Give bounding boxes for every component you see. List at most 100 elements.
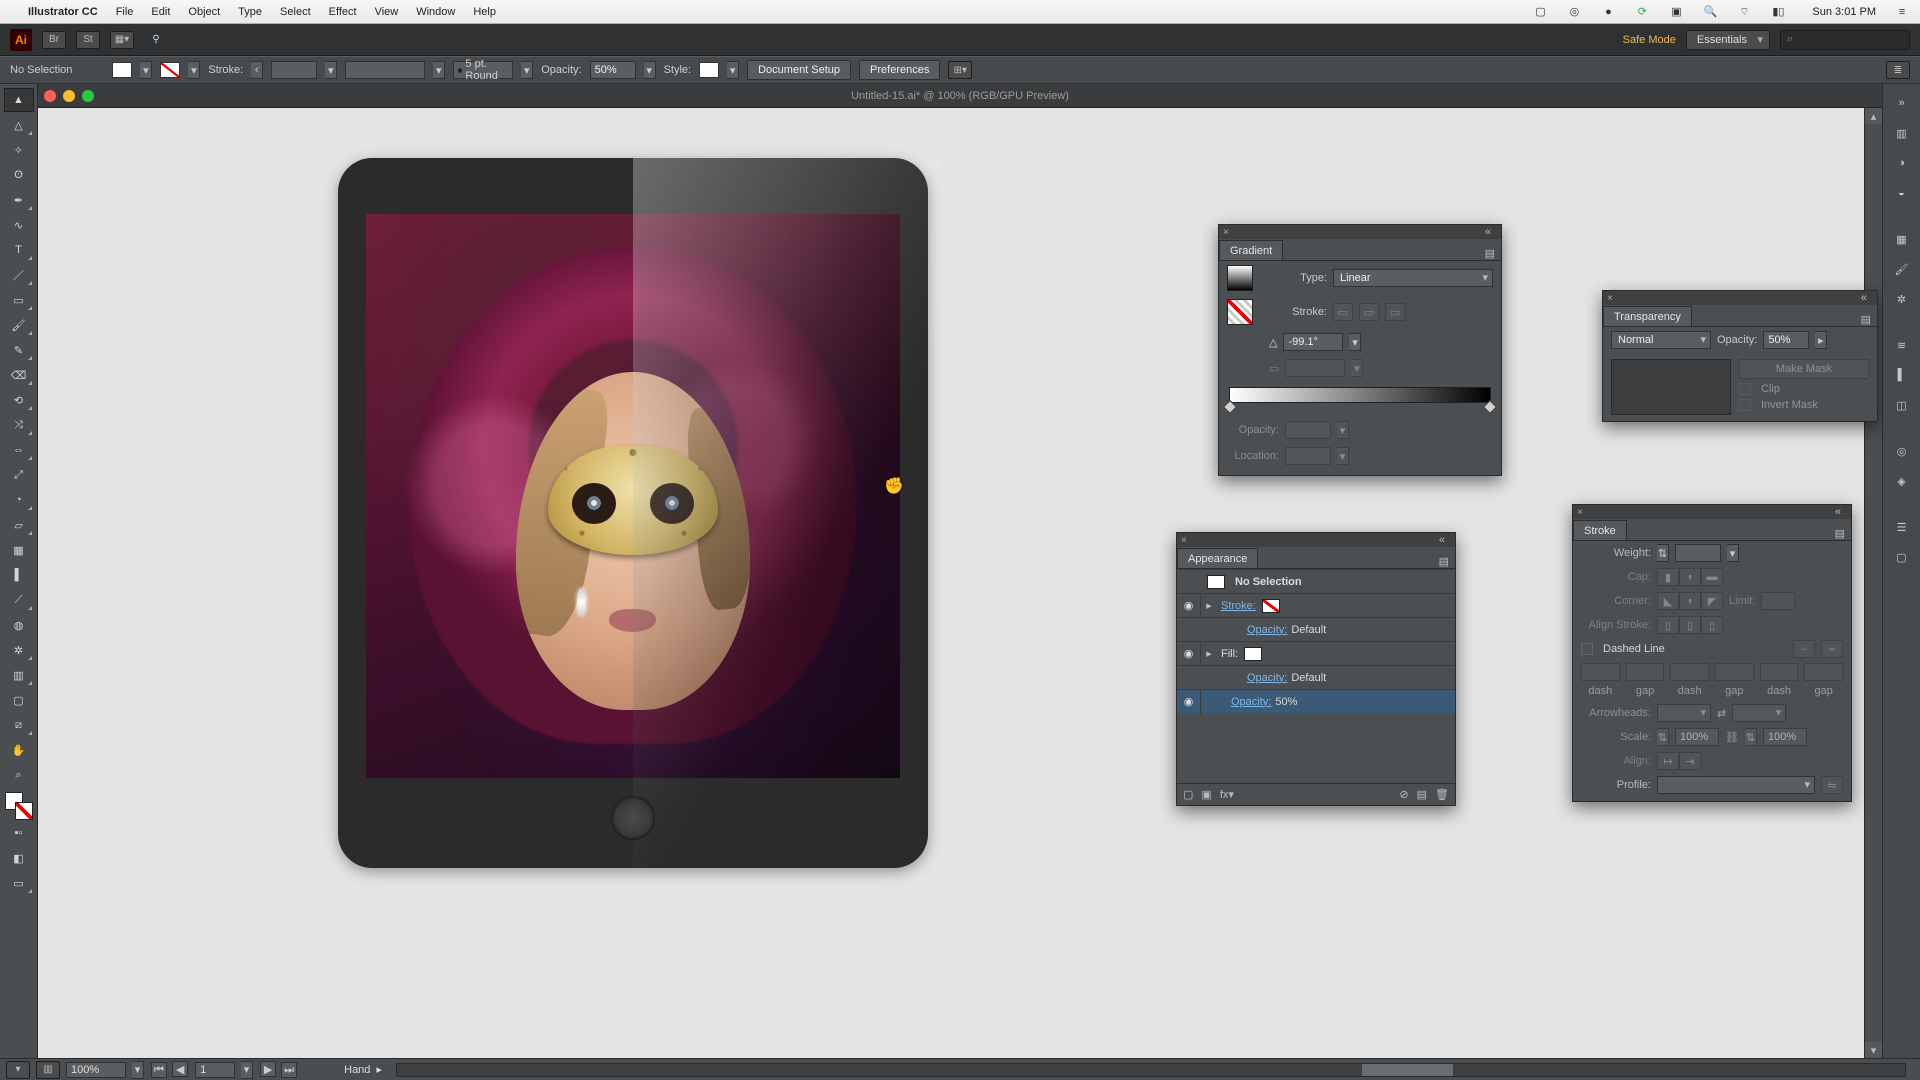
transparency-opacity-field[interactable]: 50% — [1763, 331, 1809, 349]
scale-tool[interactable]: ⤨ — [4, 413, 34, 437]
align-outside[interactable]: ▯ — [1701, 616, 1723, 634]
brushes-icon[interactable]: 🖌 — [1889, 256, 1915, 282]
transparency-panel[interactable]: ×« Transparency▤ Normal Opacity: 50%▸ Ma… — [1602, 290, 1878, 422]
status-artboard-icon[interactable]: ▥ — [36, 1061, 60, 1079]
appearance-fill-opacity[interactable]: Opacity: — [1217, 672, 1287, 684]
artboard-number-field[interactable]: 1 — [195, 1062, 235, 1078]
transparency-dock-icon[interactable]: ◫ — [1889, 392, 1915, 418]
appearance-object-opacity[interactable]: Opacity: — [1217, 696, 1271, 708]
draw-mode-buttons[interactable]: ◧ — [4, 846, 34, 870]
new-stroke-icon[interactable]: ▢ — [1183, 788, 1193, 801]
displays-icon[interactable]: ▣ — [1668, 4, 1684, 20]
stroke-profile-select[interactable] — [1657, 776, 1815, 794]
dash-preserve-icon[interactable]: ┄ — [1793, 640, 1815, 658]
vstroke-profile-dropdown[interactable]: ▾ — [433, 61, 445, 79]
gradient-panel[interactable]: ×« Gradient▤ Type: Linear Stroke: ▭ ▭ ▭ … — [1218, 224, 1502, 476]
scroll-up-icon[interactable]: ▴ — [1865, 108, 1882, 124]
color-icon[interactable]: ◑ — [1889, 150, 1915, 176]
stroke-grad-across[interactable]: ▭ — [1385, 303, 1405, 321]
mesh-tool[interactable]: ▦ — [4, 538, 34, 562]
shape-builder-tool[interactable]: ◔ — [4, 488, 34, 512]
wifi-icon[interactable]: ⌔ — [1736, 4, 1752, 20]
rotate-tool[interactable]: ⟲ — [4, 388, 34, 412]
notifications-icon[interactable]: ● — [1600, 4, 1616, 20]
menu-select[interactable]: Select — [280, 6, 311, 18]
flip-profile-icon[interactable]: ⇋ — [1821, 776, 1843, 794]
zoom-dropdown[interactable]: ▾ — [132, 1061, 144, 1079]
menu-edit[interactable]: Edit — [151, 6, 170, 18]
libraries-icon[interactable]: ▥ — [1889, 120, 1915, 146]
dash-field[interactable] — [1581, 663, 1620, 681]
disclosure-toggle[interactable]: ▸ — [1201, 599, 1217, 612]
menubar-clock[interactable]: Sun 3:01 PM — [1812, 6, 1876, 18]
last-artboard-button[interactable]: ⏭ — [281, 1062, 297, 1078]
arrow-scale-start[interactable]: 100% — [1675, 728, 1719, 746]
window-minimize-icon[interactable] — [63, 90, 75, 102]
layers-icon[interactable]: ☰ — [1889, 514, 1915, 540]
disclosure-toggle[interactable]: ▸ — [1201, 647, 1217, 660]
gap-field[interactable] — [1804, 663, 1843, 681]
align-inside[interactable]: ▯ — [1679, 616, 1701, 634]
panel-close-icon[interactable]: × — [1181, 535, 1191, 545]
bridge-button[interactable]: Br — [42, 31, 66, 49]
color-guide-icon[interactable]: ◒ — [1889, 180, 1915, 206]
swatches-icon[interactable]: ▦ — [1889, 226, 1915, 252]
cap-butt[interactable]: ▮ — [1657, 568, 1679, 586]
menu-help[interactable]: Help — [473, 6, 496, 18]
hand-tool[interactable]: ✋ — [4, 738, 34, 762]
selection-tool[interactable]: ▲ — [4, 88, 34, 112]
opacity-dropdown[interactable]: ▾ — [644, 61, 656, 79]
menu-object[interactable]: Object — [188, 6, 220, 18]
symbol-sprayer-tool[interactable]: ✲ — [4, 638, 34, 662]
gpu-preview-button[interactable]: ⚲ — [144, 31, 168, 49]
menu-file[interactable]: File — [116, 6, 134, 18]
gradient-stroke-thumb[interactable] — [1227, 299, 1253, 325]
appearance-dock-icon[interactable]: ◎ — [1889, 438, 1915, 464]
zoom-field[interactable]: 100% — [66, 1062, 126, 1078]
fill-stroke-toggle[interactable] — [5, 792, 33, 820]
status-menu-icon[interactable]: ▸ — [376, 1063, 382, 1076]
new-fill-icon[interactable]: ▣ — [1201, 788, 1211, 801]
app-menu[interactable]: Illustrator CC — [28, 6, 98, 18]
align-center[interactable]: ▯ — [1657, 616, 1679, 634]
screen-mode-button[interactable]: ▭ — [4, 871, 34, 895]
corner-round[interactable]: ◖ — [1679, 592, 1701, 610]
brush-preview[interactable]: 5 pt. Round — [453, 61, 513, 79]
miter-limit-field[interactable] — [1761, 592, 1795, 610]
controlbar-menu[interactable]: ≣ — [1886, 61, 1910, 79]
stroke-weight-stepper-down[interactable]: ‹ — [251, 61, 263, 79]
document-tabbar[interactable] — [38, 84, 1882, 108]
gradient-stop-location-field[interactable] — [1285, 447, 1331, 465]
next-artboard-button[interactable]: ▶ — [260, 1061, 276, 1077]
link-scale-icon[interactable]: ⛓ — [1725, 731, 1739, 744]
spotlight-icon[interactable]: 🔍 — [1702, 4, 1718, 20]
symbols-icon[interactable]: ✲ — [1889, 286, 1915, 312]
stroke-swatch[interactable] — [160, 62, 180, 78]
clear-appearance-icon[interactable]: ⊘ — [1399, 788, 1408, 801]
gradient-tab[interactable]: Gradient — [1219, 240, 1283, 260]
stroke-dropdown[interactable]: ▾ — [188, 61, 200, 79]
gradient-angle-field[interactable]: -99.1° — [1283, 333, 1343, 351]
line-tool[interactable]: ／ — [4, 263, 34, 287]
stock-button[interactable]: St — [76, 31, 100, 49]
slice-tool[interactable]: ⧄ — [4, 713, 34, 737]
zoom-tool[interactable]: ⌕ — [4, 763, 34, 787]
notification-center-icon[interactable]: ≡ — [1894, 4, 1910, 20]
gap-field[interactable] — [1715, 663, 1754, 681]
arrow-end-select[interactable] — [1732, 704, 1786, 722]
stroke-grad-within[interactable]: ▭ — [1333, 303, 1353, 321]
swap-arrow-icon[interactable]: ⇄ — [1717, 707, 1726, 720]
artboard-tool[interactable]: ▢ — [4, 688, 34, 712]
appearance-stroke-row[interactable]: Stroke: — [1217, 600, 1256, 612]
stroke-panel[interactable]: ×« Stroke▤ Weight: ⇅ ▾ Cap: ▮◖▬ Corner: … — [1572, 504, 1852, 802]
battery-icon[interactable]: ▮▯ — [1770, 4, 1786, 20]
dash-align-icon[interactable]: ┅ — [1821, 640, 1843, 658]
appearance-stroke-opacity[interactable]: Opacity: — [1217, 624, 1287, 636]
gradient-ramp[interactable] — [1229, 387, 1491, 403]
dash-field[interactable] — [1670, 663, 1709, 681]
gradient-angle-dropdown[interactable]: ▾ — [1349, 333, 1361, 351]
opacity-mask-thumb[interactable] — [1611, 359, 1731, 415]
vstroke-profile[interactable] — [345, 61, 425, 79]
gradient-dock-icon[interactable]: ▌ — [1889, 362, 1915, 388]
opacity-field[interactable]: 50% — [590, 61, 636, 79]
